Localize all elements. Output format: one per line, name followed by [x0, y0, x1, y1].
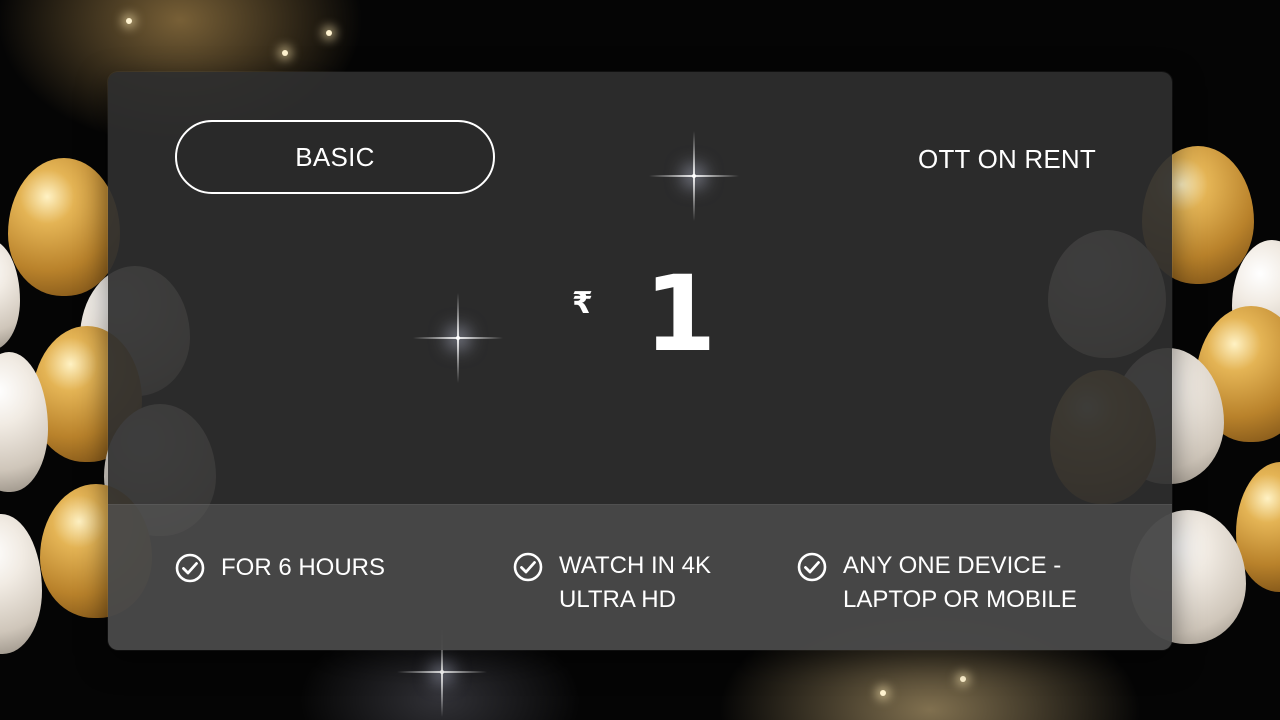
feature-item-device: ANY ONE DEVICE - LAPTOP OR MOBILE — [797, 549, 1077, 617]
background-stage: BASIC OTT ON RENT ₹ 1 FOR 6 HOURS WATCH … — [0, 0, 1280, 720]
check-circle-icon — [797, 552, 827, 582]
feature-line: WATCH IN 4K — [559, 552, 712, 579]
sparkle-decoration — [326, 30, 332, 36]
feature-item-quality: WATCH IN 4K ULTRA HD — [513, 549, 711, 617]
features-strip: FOR 6 HOURS WATCH IN 4K ULTRA HD ANY ONE… — [108, 504, 1172, 650]
starburst-decoration — [397, 627, 487, 717]
feature-line: ANY ONE DEVICE - — [843, 552, 1062, 579]
pricing-card[interactable]: BASIC OTT ON RENT ₹ 1 FOR 6 HOURS WATCH … — [108, 72, 1172, 650]
feature-line: FOR 6 HOURS — [221, 554, 386, 581]
check-circle-icon — [513, 552, 543, 582]
plan-name-badge[interactable]: BASIC — [175, 120, 495, 194]
price-amount: 1 — [644, 253, 717, 375]
plan-name-label: BASIC — [295, 141, 375, 172]
balloon-decoration — [8, 158, 120, 296]
plan-type-label: OTT ON RENT — [918, 144, 1096, 174]
feature-item-duration: FOR 6 HOURS — [175, 551, 385, 585]
check-circle-icon — [175, 553, 205, 583]
feature-line: LAPTOP OR MOBILE — [843, 586, 1077, 613]
feature-text: WATCH IN 4K ULTRA HD — [559, 549, 711, 617]
feature-text: ANY ONE DEVICE - LAPTOP OR MOBILE — [843, 549, 1077, 617]
currency-symbol: ₹ — [572, 286, 593, 321]
price-display: ₹ 1 — [108, 262, 1172, 392]
feature-text: FOR 6 HOURS — [221, 551, 385, 585]
sparkle-decoration — [282, 50, 288, 56]
balloon-decoration — [0, 514, 42, 654]
starburst-decoration — [649, 131, 739, 221]
sparkle-decoration — [126, 18, 132, 24]
sparkle-decoration — [960, 676, 966, 682]
feature-line: ULTRA HD — [559, 586, 676, 613]
sparkle-decoration — [880, 690, 886, 696]
